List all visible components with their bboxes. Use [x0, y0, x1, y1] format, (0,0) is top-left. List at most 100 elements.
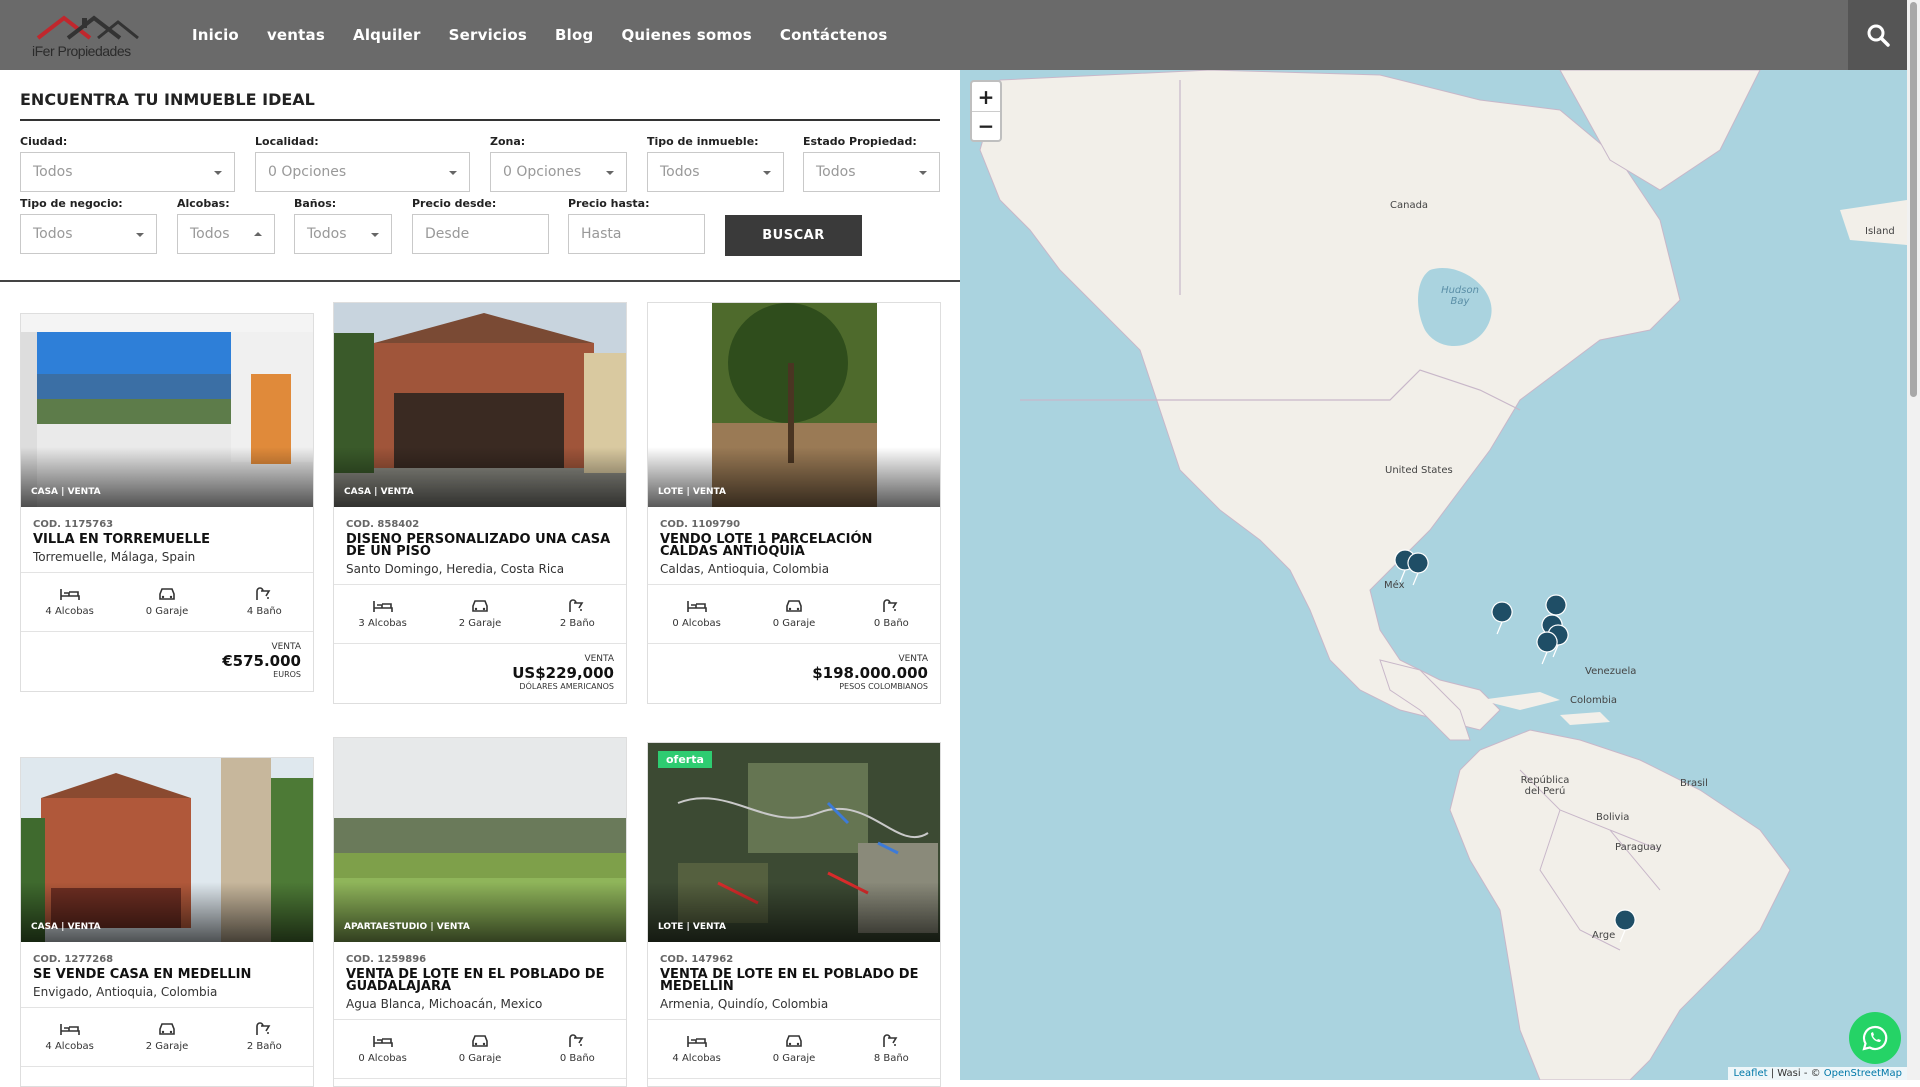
nav-inicio[interactable]: Inicio [192, 26, 239, 44]
listing-tag: APARTAESTUDIO | VENTA [344, 922, 470, 932]
listing-body: COD. 1175763 VILLA EN TORREMUELLE Torrem… [21, 507, 313, 572]
baths-feature: 2 Baño [216, 1008, 313, 1066]
logo-text: iFer Propiedades [32, 43, 131, 59]
listing-card[interactable]: CASA | VENTA COD. 1175763 VILLA EN TORRE… [20, 313, 314, 692]
banos-select[interactable]: Todos [294, 214, 392, 254]
bed-icon [686, 601, 707, 612]
listing-card[interactable]: LOTE | VENTA COD. 1109790 VENDO LOTE 1 P… [647, 302, 941, 704]
property-photo[interactable]: CASA | VENTA [21, 314, 313, 507]
listing-title[interactable]: VILLA EN TORREMUELLE [33, 533, 301, 546]
price-currency: EUROS [273, 670, 301, 679]
osm-link[interactable]: OpenStreetMap [1824, 1068, 1902, 1079]
precio-hasta-input[interactable]: Hasta [568, 214, 705, 254]
whatsapp-button[interactable] [1849, 1012, 1901, 1064]
garage-count: 0 Garaje [772, 1053, 816, 1064]
nav-blog[interactable]: Blog [555, 26, 593, 44]
listing-tag: CASA | VENTA [344, 487, 414, 497]
scrollbar-thumb[interactable] [1910, 2, 1917, 397]
listing-card[interactable]: CASA | VENTA COD. 1277268 SE VENDE CASA … [20, 757, 314, 1087]
estado-label: Estado Propiedad: [803, 135, 917, 148]
price-kind: VENTA [271, 642, 301, 652]
car-icon [786, 600, 802, 612]
listing-title[interactable]: SE VENDE CASA EN MEDELLIN [33, 968, 301, 981]
localidad-select[interactable]: 0 Opciones [255, 152, 470, 192]
listing-features: 4 Alcobas 0 Garaje 4 Baño [21, 572, 313, 632]
listing-features: 3 Alcobas 2 Garaje 2 Baño [334, 584, 626, 644]
photo-shade [648, 882, 940, 942]
baths-count: 2 Baño [559, 618, 595, 629]
tipo-inmueble-select[interactable]: Todos [647, 152, 784, 192]
listing-title[interactable]: DISENO PERSONALIZADO UNA CASA DE UN PISO [346, 533, 614, 558]
precio-desde-placeholder: Desde [425, 226, 470, 242]
baths-feature: 0 Baño [843, 585, 940, 643]
nav-ventas[interactable]: ventas [267, 26, 325, 44]
garage-count: 2 Garaje [458, 618, 502, 629]
map-panel[interactable]: Canada Island Hudson Bay United States M… [960, 70, 1907, 1080]
precio-desde-input[interactable]: Desde [412, 214, 549, 254]
nav-quienes-somos[interactable]: Quienes somos [621, 26, 751, 44]
listing-tag: LOTE | VENTA [658, 922, 726, 932]
listing-body: COD. 1277268 SE VENDE CASA EN MEDELLIN E… [21, 942, 313, 1007]
tipo-negocio-label: Tipo de negocio: [20, 197, 123, 210]
listing-card[interactable]: CASA | VENTA COD. 858402 DISENO PERSONAL… [333, 302, 627, 704]
listing-title[interactable]: VENTA DE LOTE EN EL POBLADO DE GUADALAJA… [346, 968, 614, 993]
nav-contactenos[interactable]: Contáctenos [780, 26, 888, 44]
banos-label: Baños: [294, 197, 337, 210]
alcobas-label: Alcobas: [177, 197, 230, 210]
baths-feature: 2 Baño [529, 585, 626, 643]
map-marker [1407, 552, 1429, 586]
property-photo[interactable]: LOTE | VENTA [648, 303, 940, 507]
oferta-badge: oferta [658, 751, 712, 768]
chevron-down-icon [919, 171, 927, 175]
ciudad-select[interactable]: Todos [20, 152, 235, 192]
tipo-inmueble-value: Todos [660, 164, 700, 180]
alcobas-value: Todos [190, 226, 230, 242]
property-photo[interactable]: CASA | VENTA [21, 758, 313, 942]
leaflet-link[interactable]: Leaflet [1733, 1068, 1767, 1079]
listing-location: Envigado, Antioquia, Colombia [33, 985, 218, 999]
zoom-in-button[interactable]: + [972, 82, 1000, 111]
estado-value: Todos [816, 164, 856, 180]
bed-icon [372, 1036, 393, 1047]
shower-icon [569, 599, 584, 612]
nav-servicios[interactable]: Servicios [449, 26, 527, 44]
beds-feature: 0 Alcobas [648, 585, 745, 643]
search-button[interactable] [1848, 0, 1907, 70]
nav-alquiler[interactable]: Alquiler [353, 26, 421, 44]
listing-card[interactable]: oferta LOTE | VENTA COD. 147962 VENTA DE… [647, 742, 941, 1087]
garage-count: 0 Garaje [458, 1053, 502, 1064]
listing-title[interactable]: VENDO LOTE 1 PARCELACIÓN CALDAS ANTIOQUI… [660, 533, 928, 558]
buscar-button[interactable]: BUSCAR [725, 215, 862, 256]
garage-feature: 2 Garaje [431, 585, 528, 643]
precio-hasta-field: Precio hasta: Hasta [568, 197, 705, 254]
beds-count: 4 Alcobas [45, 606, 94, 617]
precio-hasta-placeholder: Hasta [581, 226, 622, 242]
shower-icon [256, 1022, 271, 1035]
bed-icon [59, 1024, 80, 1035]
logo[interactable]: iFer Propiedades [30, 12, 148, 60]
zoom-out-button[interactable]: − [972, 111, 1000, 140]
bed-icon [372, 601, 393, 612]
banos-field: Baños: Todos [294, 197, 392, 254]
page-scrollbar[interactable] [1907, 0, 1920, 1080]
property-photo[interactable]: oferta LOTE | VENTA [648, 743, 940, 942]
baths-feature: 8 Baño [843, 1020, 940, 1078]
listing-card[interactable]: APARTAESTUDIO | VENTA COD. 1259896 VENTA… [333, 737, 627, 1087]
beds-count: 0 Alcobas [358, 1053, 407, 1064]
listing-tag: LOTE | VENTA [658, 487, 726, 497]
localidad-label: Localidad: [255, 135, 319, 148]
tipo-negocio-select[interactable]: Todos [20, 214, 157, 254]
property-photo[interactable]: CASA | VENTA [334, 303, 626, 507]
alcobas-select[interactable]: Todos [177, 214, 275, 254]
chevron-down-icon [606, 171, 614, 175]
listing-price: VENTA US$229,000 DÓLARES AMERICANOS [334, 644, 626, 703]
ciudad-field: Ciudad: Todos [20, 135, 235, 192]
property-photo[interactable]: APARTAESTUDIO | VENTA [334, 738, 626, 942]
baths-count: 0 Baño [559, 1053, 595, 1064]
price-amount: US$229,000 [512, 664, 614, 682]
zona-select[interactable]: 0 Opciones [490, 152, 627, 192]
listing-tag: CASA | VENTA [31, 487, 101, 497]
estado-select[interactable]: Todos [803, 152, 940, 192]
listing-title[interactable]: VENTA DE LOTE EN EL POBLADO DE MEDELLIN [660, 968, 928, 993]
map-marker [1614, 909, 1636, 943]
